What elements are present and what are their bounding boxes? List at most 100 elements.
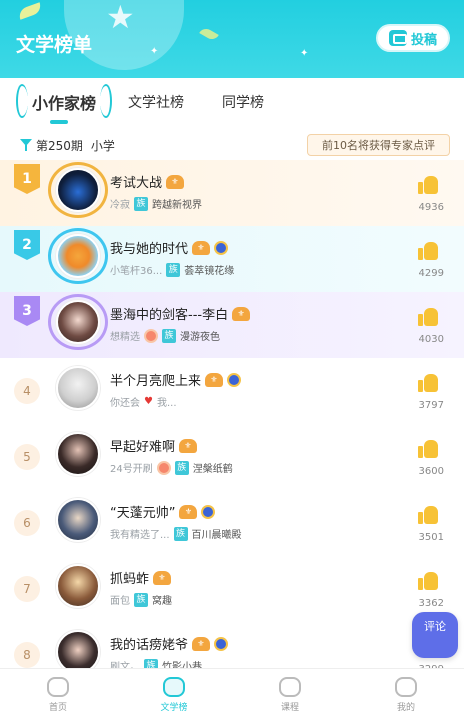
rank-number: 5 [14, 444, 40, 470]
bottom-navigation: 首页 文学榜 课程 我的 [0, 668, 464, 720]
like-count: 3362 [418, 598, 444, 609]
submit-label: 投稿 [410, 32, 437, 48]
sparkle-icon: ✦ [150, 46, 159, 57]
filter-icon[interactable] [20, 139, 32, 151]
clan-icon: 族 [166, 262, 181, 277]
ranking-row[interactable]: 1 考试大战 ⚜ 冷寂 族 跨越新视界 4936 [0, 160, 464, 226]
leaf-decoration [199, 26, 219, 42]
clan-icon: 族 [134, 196, 148, 211]
nav-label: 文学榜 [160, 702, 188, 713]
article-title[interactable]: 考试大战 [110, 172, 162, 191]
header-bar: ★ ✦ ✦ 文学榜单 投稿 [0, 0, 464, 78]
clan-name: 漫游夜色 [180, 332, 220, 343]
clan-icon: 族 [162, 328, 176, 343]
like-count: 3501 [418, 532, 444, 543]
nav-literary-rank[interactable]: 文学榜 [116, 669, 232, 720]
medal-icon [201, 504, 216, 519]
ranking-row[interactable]: 4 半个月亮爬上来 ⚜ 你还会 ♥ 我... 3797 [0, 358, 464, 424]
rank-number: 7 [14, 576, 40, 602]
thumbs-up-icon[interactable] [418, 506, 438, 524]
nav-label: 我的 [396, 702, 415, 713]
sparkle-icon: ✦ [300, 48, 309, 59]
page-title: 文学榜单 [16, 34, 93, 56]
avatar-frame [48, 228, 108, 284]
rank-number: 6 [14, 510, 40, 536]
article-title[interactable]: “天蓬元帅” [110, 502, 175, 521]
avatar[interactable] [56, 366, 100, 410]
article-title[interactable]: 半个月亮爬上来 [110, 370, 201, 389]
thumbs-up-icon[interactable] [418, 440, 438, 458]
article-title[interactable]: 抓蚂蚱 [110, 568, 149, 587]
level-badge-icon: ⚜ [205, 372, 224, 387]
ranking-row[interactable]: 2 我与她的时代 ⚜ 小笔杆36... 族 荟萃镜花缘 4299 [0, 226, 464, 292]
nav-home[interactable]: 首页 [0, 669, 116, 720]
clan-name: 荟萃镜花缘 [184, 266, 235, 277]
top-rank-badge: 2 [14, 230, 40, 260]
level-badge-icon: ⚜ [179, 504, 198, 519]
filter-bar: 第250期 小学 前10名将获得专家点评 [0, 130, 464, 160]
expert-review-notice: 前10名将获得专家点评 [307, 134, 450, 156]
review-floating-button[interactable]: 评论 [412, 612, 458, 658]
author-name: 我有精选了... [110, 530, 170, 541]
author-name: 你还会 [110, 398, 140, 409]
avatar[interactable] [56, 564, 100, 608]
nav-profile[interactable]: 我的 [348, 669, 464, 720]
clan-icon: 族 [174, 460, 189, 475]
thumbs-up-icon[interactable] [418, 242, 438, 260]
ranking-list: 1 考试大战 ⚜ 冷寂 族 跨越新视界 4936 2 我与她的时代 ⚜ 小笔杆3… [0, 160, 464, 688]
author-name: 冷寂 [110, 200, 130, 211]
submit-button[interactable]: 投稿 [376, 24, 450, 52]
ranking-row[interactable]: 6 “天蓬元帅” ⚜ 我有精选了... 族 百川晨曦殿 3501 [0, 490, 464, 556]
avatar[interactable] [56, 432, 100, 476]
top-rank-badge: 3 [14, 296, 40, 326]
rank-icon [163, 676, 185, 697]
like-count: 4936 [418, 202, 444, 213]
tab-classmates[interactable]: 同学榜 [222, 92, 264, 112]
author-name-suffix: 我... [156, 398, 177, 409]
level-badge-icon: ⚜ [192, 240, 211, 255]
medal-icon [214, 636, 229, 651]
star-icon: ★ [106, 0, 135, 36]
medal-icon [227, 372, 242, 387]
thumbs-up-icon[interactable] [418, 572, 438, 590]
like-count: 4299 [418, 268, 444, 279]
level-label[interactable]: 小学 [91, 137, 115, 154]
thumbs-up-icon[interactable] [418, 176, 438, 194]
period-label[interactable]: 第250期 [36, 137, 83, 154]
level-badge-icon: ⚜ [192, 636, 211, 651]
rank-number: 4 [14, 378, 40, 404]
article-title[interactable]: 我与她的时代 [110, 238, 188, 257]
article-title[interactable]: 早起好难啊 [110, 436, 175, 455]
article-title[interactable]: 墨海中的剑客---李白 [110, 304, 228, 323]
ranking-row[interactable]: 5 早起好难啊 ⚜ 24号开刷 族 涅槃纸鹤 3600 [0, 424, 464, 490]
clan-icon: 族 [173, 526, 188, 541]
nav-courses[interactable]: 课程 [232, 669, 348, 720]
clan-name: 跨越新视界 [152, 200, 202, 211]
home-icon [47, 676, 69, 697]
like-count: 3797 [418, 400, 444, 411]
profile-icon [395, 676, 417, 697]
medal-icon [214, 240, 229, 255]
level-badge-icon: ⚜ [232, 306, 251, 321]
leaf-decoration [17, 2, 43, 20]
level-badge-icon: ⚜ [179, 438, 198, 453]
ranking-row[interactable]: 3 墨海中的剑客---李白 ⚜ 想精选 族 漫游夜色 4030 [0, 292, 464, 358]
thumbs-up-icon[interactable] [418, 308, 438, 326]
ranking-row[interactable]: 7 抓蚂蚱 ⚜ 面包 族 窝趣 3362 [0, 556, 464, 622]
rank-tabs: 小作家榜 文学社榜 同学榜 [0, 78, 464, 126]
author-name: 24号开刷 [110, 464, 153, 475]
clan-name: 涅槃纸鹤 [192, 464, 233, 475]
article-title[interactable]: 我的话痨姥爷 [110, 634, 188, 653]
thumbs-up-icon[interactable] [418, 374, 438, 392]
level-badge-icon: ⚜ [153, 570, 172, 585]
nav-label: 课程 [280, 702, 299, 713]
nav-label: 首页 [48, 702, 67, 713]
avatar[interactable] [56, 498, 100, 542]
like-count: 4030 [418, 334, 444, 345]
course-icon [279, 676, 301, 697]
tab-literary-clubs[interactable]: 文学社榜 [128, 92, 184, 112]
tab-young-writers[interactable]: 小作家榜 [15, 84, 113, 118]
active-tab-indicator [50, 120, 68, 124]
author-name: 小笔杆36... [110, 266, 163, 277]
author-name: 想精选 [110, 332, 140, 343]
